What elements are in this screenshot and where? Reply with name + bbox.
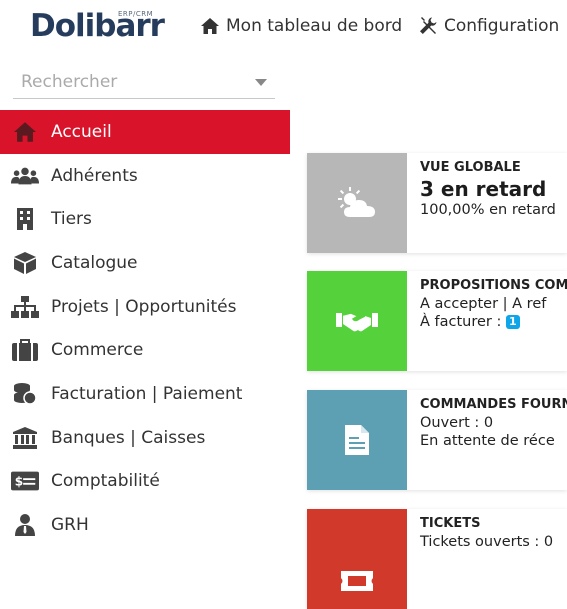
menu-item-label: Accueil [51,121,112,142]
file-invoice-icon [345,425,369,455]
proposals-to-bill-line[interactable]: À facturer : 1 [420,313,567,331]
menu-item-label: Tiers [51,209,92,230]
user-tie-icon [11,513,39,537]
menu-item-grh[interactable]: GRH [0,503,290,547]
menu-item-label: Commerce [51,340,144,361]
svg-text:$: $ [15,475,23,489]
menu-item-facturation[interactable]: Facturation | Paiement [0,372,290,416]
tile-title: TICKETS [420,516,481,531]
box-icon [11,251,39,275]
chevron-down-icon[interactable] [255,79,267,86]
overview-tile-icon-box [307,153,407,253]
ticket-icon [341,571,373,591]
tickets-tile-icon-box [307,509,407,609]
proposals-tile-icon-box [307,271,407,371]
menu-item-adherents[interactable]: Adhérents [0,154,290,198]
search-select[interactable]: Rechercher [13,66,275,99]
tickets-open-link[interactable]: Tickets ouverts : 0 [420,533,567,551]
overview-tile-text: VUE GLOBALE 3 en retard 100,00% en retar… [420,159,567,219]
configuration-link[interactable]: Configuration [418,14,559,38]
home-icon [201,18,219,34]
tile-title: PROPOSITIONS COM [420,278,567,293]
dashboard-link[interactable]: Mon tableau de bord [200,14,402,38]
tools-icon [420,17,437,34]
count-badge: 1 [506,315,520,329]
building-icon [11,207,39,231]
sitemap-icon [11,295,39,319]
money-check-icon: $ [11,469,39,493]
supplier-orders-tile-icon-box [307,390,407,490]
proposals-tile-text: PROPOSITIONS COM A accepter | A ref À fa… [420,277,567,331]
menu-item-label: GRH [51,515,89,536]
menu-item-banques[interactable]: Banques | Caisses [0,416,290,460]
proposals-to-accept-link[interactable]: A accepter | A ref [420,295,567,313]
home-icon [11,120,39,144]
logo-subtitle: ERP/CRM [118,10,154,18]
tickets-tile-text: TICKETS Tickets ouverts : 0 [420,515,567,551]
orders-pending-link[interactable]: En attente de réce [420,432,567,450]
tile-late-percent: 100,00% en retard [420,202,556,218]
bank-icon [11,426,39,450]
menu-item-label: Facturation | Paiement [51,383,243,404]
orders-open-link[interactable]: Ouvert : 0 [420,414,567,432]
menu-item-tiers[interactable]: Tiers [0,197,290,241]
proposals-to-bill-label: À facturer : [420,314,506,330]
tile-title: VUE GLOBALE [420,160,521,175]
supplier-orders-tile[interactable]: COMMANDES FOURN Ouvert : 0 En attente de… [307,390,567,490]
menu-item-accueil[interactable]: Accueil [0,110,290,154]
main-menu: Accueil Adhérents Tiers Catalogue Projet… [0,110,290,547]
sidebar: Rechercher Accueil Adhérents Tiers Catal… [0,52,290,566]
menu-item-label: Projets | Opportunités [51,296,237,317]
handshake-icon [336,312,378,332]
dashboard-link-label: Mon tableau de bord [226,16,403,36]
weather-sun-cloud-icon [338,187,375,217]
overview-tile[interactable]: VUE GLOBALE 3 en retard 100,00% en retar… [307,153,567,253]
menu-item-label: Comptabilité [51,471,160,492]
tickets-tile[interactable]: TICKETS Tickets ouverts : 0 [307,509,567,609]
supplier-orders-tile-text: COMMANDES FOURN Ouvert : 0 En attente de… [420,396,567,450]
menu-item-label: Banques | Caisses [51,427,206,448]
menu-item-projets[interactable]: Projets | Opportunités [0,285,290,329]
tile-title: COMMANDES FOURN [420,397,567,412]
menu-item-commerce[interactable]: Commerce [0,328,290,372]
menu-item-comptabilite[interactable]: $ Comptabilité [0,460,290,504]
menu-item-catalogue[interactable]: Catalogue [0,241,290,285]
menu-item-label: Catalogue [51,252,138,273]
coins-icon [11,382,39,406]
menu-item-label: Adhérents [51,165,138,186]
configuration-link-label: Configuration [444,16,560,36]
tile-late-count: 3 en retard [420,177,547,201]
search-placeholder: Rechercher [21,72,118,92]
top-bar: Dolibarr ERP/CRM Mon tableau de bord Con… [0,0,567,52]
users-icon [11,164,39,188]
briefcase-icon [11,338,39,362]
proposals-tile[interactable]: PROPOSITIONS COM A accepter | A ref À fa… [307,271,567,371]
